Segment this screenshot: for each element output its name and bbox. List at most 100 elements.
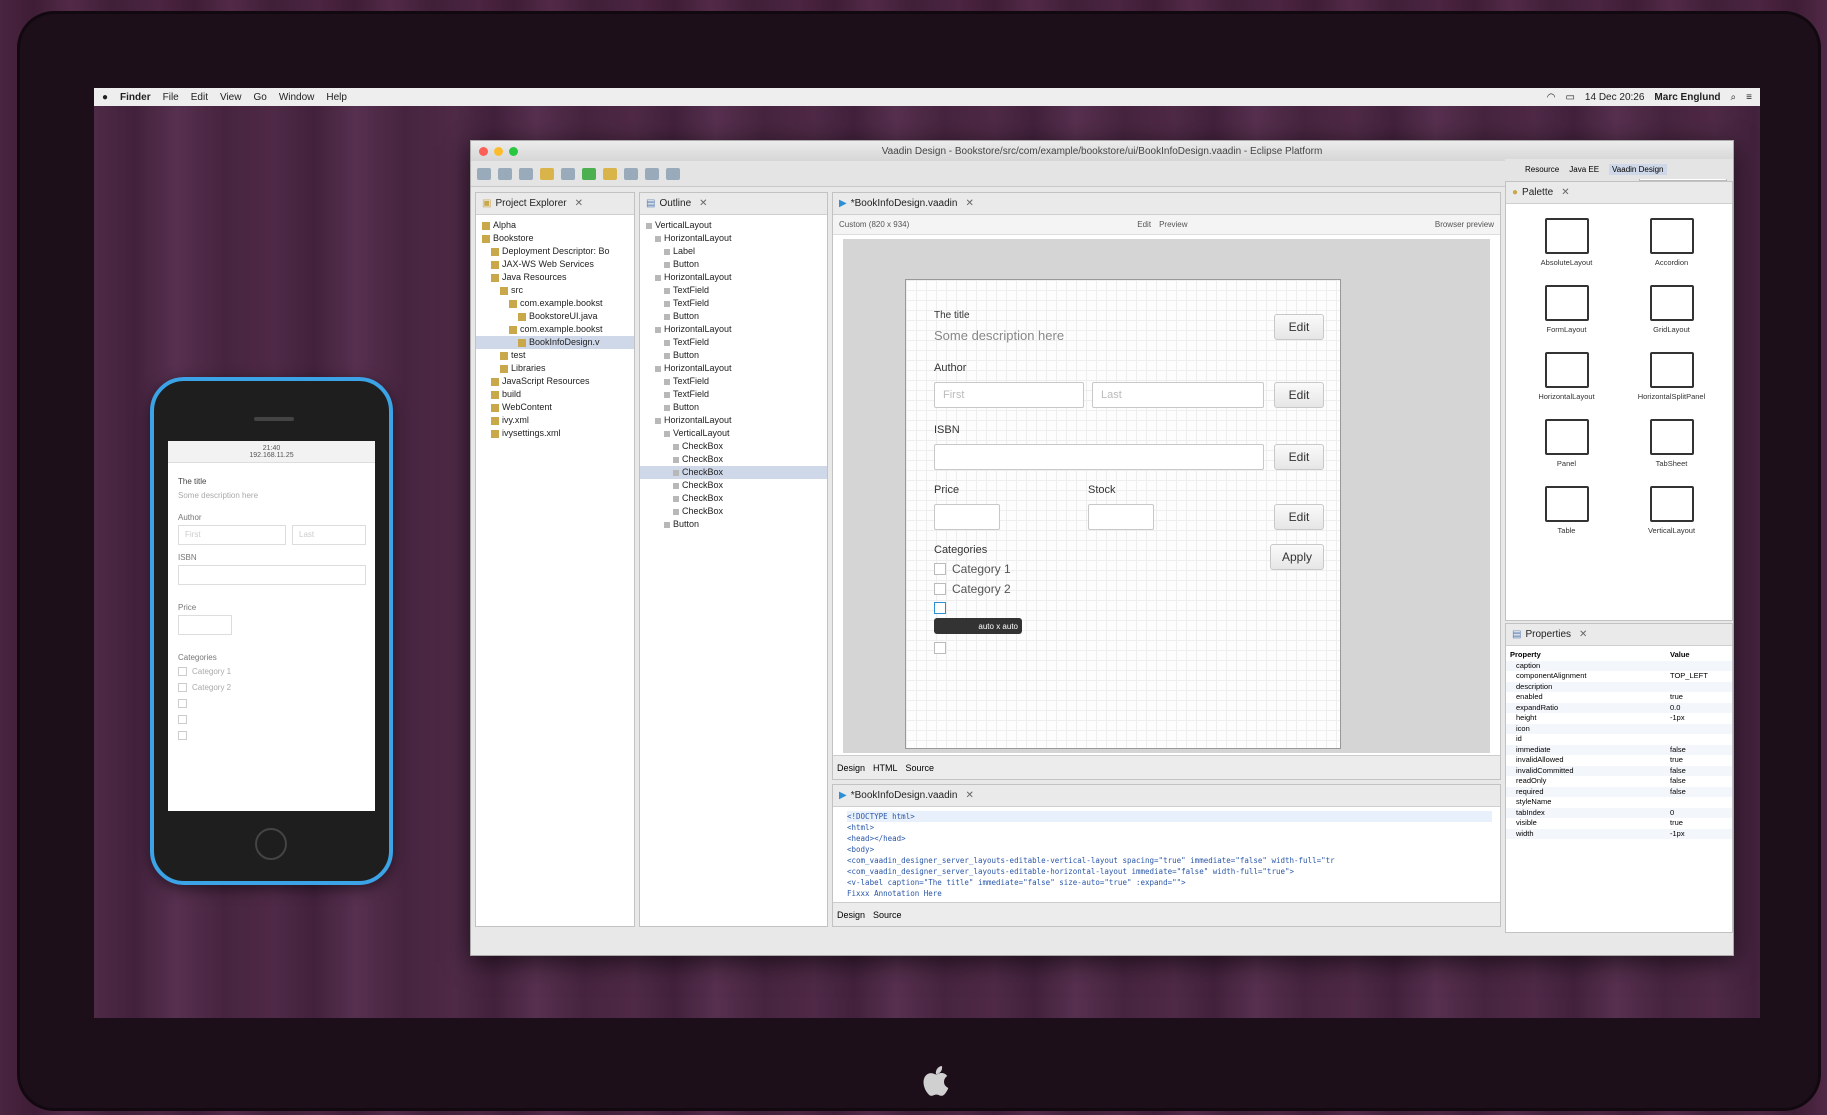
explorer-item[interactable]: test <box>476 349 634 362</box>
palette-item[interactable]: Panel <box>1514 419 1619 468</box>
phone-price-input[interactable] <box>178 615 232 635</box>
code-line[interactable]: <v-label caption="The title" immediate="… <box>847 877 1492 888</box>
edit-price-button[interactable]: Edit <box>1274 504 1324 530</box>
tab-source[interactable]: Source <box>873 910 902 920</box>
code-line[interactable]: <!DOCTYPE html> <box>847 811 1492 822</box>
explorer-item[interactable]: com.example.bookst <box>476 323 634 336</box>
property-row[interactable]: width -1px <box>1506 828 1732 839</box>
explorer-item[interactable]: Alpha <box>476 219 634 232</box>
explorer-item[interactable]: Libraries <box>476 362 634 375</box>
property-value[interactable]: true <box>1670 692 1683 703</box>
palette-item[interactable]: AbsoluteLayout <box>1514 218 1619 267</box>
outline-item[interactable]: TextField <box>640 375 827 388</box>
outline-item[interactable]: CheckBox <box>640 505 827 518</box>
property-row[interactable]: visible true <box>1506 818 1732 829</box>
explorer-item[interactable]: WebContent <box>476 401 634 414</box>
property-value[interactable]: false <box>1670 766 1686 777</box>
outline-item[interactable]: HorizontalLayout <box>640 323 827 336</box>
phone-category1-checkbox[interactable] <box>178 667 187 676</box>
preview-mode-toggle[interactable]: Preview <box>1159 220 1187 229</box>
explorer-item[interactable]: Bookstore <box>476 232 634 245</box>
outline-item[interactable]: CheckBox <box>640 492 827 505</box>
isbn-input[interactable] <box>934 444 1264 470</box>
phone-checkbox[interactable] <box>178 715 187 724</box>
code-line[interactable]: <com_vaadin_designer_server_layouts-edit… <box>847 866 1492 877</box>
forward-icon[interactable] <box>666 167 680 180</box>
edit-mode-toggle[interactable]: Edit <box>1137 220 1151 229</box>
property-value[interactable]: 0 <box>1670 808 1674 819</box>
palette-item[interactable]: GridLayout <box>1619 285 1724 334</box>
tab-design[interactable]: Design <box>837 763 865 773</box>
outline-item[interactable]: Button <box>640 518 827 531</box>
property-row[interactable]: enabled true <box>1506 692 1732 703</box>
explorer-item[interactable]: ivy.xml <box>476 414 634 427</box>
explorer-item[interactable]: BookstoreUI.java <box>476 310 634 323</box>
palette-item[interactable]: VerticalLayout <box>1619 486 1724 535</box>
outline-item[interactable]: VerticalLayout <box>640 219 827 232</box>
title-label[interactable]: The title <box>934 310 970 321</box>
perspective-vaadin[interactable]: Vaadin Design <box>1609 163 1667 175</box>
code-line[interactable]: Fixxx Annotation Here <box>847 888 1492 899</box>
explorer-item[interactable]: Deployment Descriptor: Bo <box>476 245 634 258</box>
tab-design[interactable]: Design <box>837 910 865 920</box>
stock-input[interactable] <box>1088 504 1154 530</box>
palette-item[interactable]: Table <box>1514 486 1619 535</box>
phone-checkbox[interactable] <box>178 731 187 740</box>
property-row[interactable]: immediate false <box>1506 744 1732 755</box>
property-value[interactable]: false <box>1670 787 1686 798</box>
back-icon[interactable] <box>645 167 659 180</box>
explorer-item[interactable]: JavaScript Resources <box>476 375 634 388</box>
phone-last-input[interactable]: Last <box>292 525 366 545</box>
phone-category2-checkbox[interactable] <box>178 683 187 692</box>
size-select[interactable]: Custom (820 x 934) <box>839 220 909 229</box>
notification-icon[interactable]: ≡ <box>1746 92 1752 103</box>
outline-item[interactable]: VerticalLayout <box>640 427 827 440</box>
tab-palette[interactable]: ● Palette ✕ <box>1506 182 1732 204</box>
close-icon[interactable]: ✕ <box>1561 187 1569 198</box>
new-icon[interactable] <box>477 167 491 180</box>
outline-item[interactable]: Label <box>640 245 827 258</box>
property-row[interactable]: description <box>1506 681 1732 692</box>
property-row[interactable]: invalidAllowed true <box>1506 755 1732 766</box>
palette-item[interactable]: TabSheet <box>1619 419 1724 468</box>
outline-item[interactable]: CheckBox <box>640 466 827 479</box>
price-input[interactable] <box>934 504 1000 530</box>
menu-edit[interactable]: Edit <box>191 92 208 103</box>
menu-help[interactable]: Help <box>326 92 347 103</box>
explorer-item[interactable]: JAX-WS Web Services <box>476 258 634 271</box>
close-icon[interactable]: ✕ <box>575 198 583 209</box>
property-row[interactable]: required false <box>1506 786 1732 798</box>
size-chip[interactable]: auto x auto <box>934 618 1022 634</box>
property-row[interactable]: styleName <box>1506 797 1732 808</box>
property-value[interactable]: true <box>1670 818 1683 829</box>
phone-isbn-input[interactable] <box>178 565 366 585</box>
outline-item[interactable]: HorizontalLayout <box>640 232 827 245</box>
tab-project-explorer[interactable]: ▣ Project Explorer ✕ <box>476 193 634 215</box>
property-value[interactable]: -1px <box>1670 713 1685 724</box>
outline-item[interactable]: TextField <box>640 336 827 349</box>
phone-first-input[interactable]: First <box>178 525 286 545</box>
save-icon[interactable] <box>498 167 512 180</box>
outline-item[interactable]: HorizontalLayout <box>640 362 827 375</box>
property-row[interactable]: expandRatio 0.0 <box>1506 702 1732 714</box>
author-first-input[interactable]: First <box>934 382 1084 408</box>
menubar-clock[interactable]: 14 Dec 20:26 <box>1585 92 1645 103</box>
category1-checkbox[interactable]: Category 1 <box>934 562 1011 576</box>
edit-title-button[interactable]: Edit <box>1274 314 1324 340</box>
explorer-item[interactable]: build <box>476 388 634 401</box>
property-value[interactable]: 0.0 <box>1670 703 1680 714</box>
menu-window[interactable]: Window <box>279 92 315 103</box>
outline-item[interactable]: Button <box>640 310 827 323</box>
code-line[interactable]: <head></head> <box>847 833 1492 844</box>
explorer-item[interactable]: ivysettings.xml <box>476 427 634 440</box>
property-row[interactable]: tabIndex 0 <box>1506 807 1732 819</box>
property-row[interactable]: id <box>1506 734 1732 745</box>
wifi-icon[interactable]: ◠ <box>1547 92 1556 103</box>
code-line[interactable]: <body> <box>847 844 1492 855</box>
property-row[interactable]: invalidCommitted false <box>1506 765 1732 777</box>
outline-item[interactable]: HorizontalLayout <box>640 414 827 427</box>
property-value[interactable]: TOP_LEFT <box>1670 671 1708 682</box>
print-icon[interactable] <box>519 167 533 180</box>
palette-item[interactable]: HorizontalLayout <box>1514 352 1619 401</box>
explorer-item[interactable]: com.example.bookst <box>476 297 634 310</box>
